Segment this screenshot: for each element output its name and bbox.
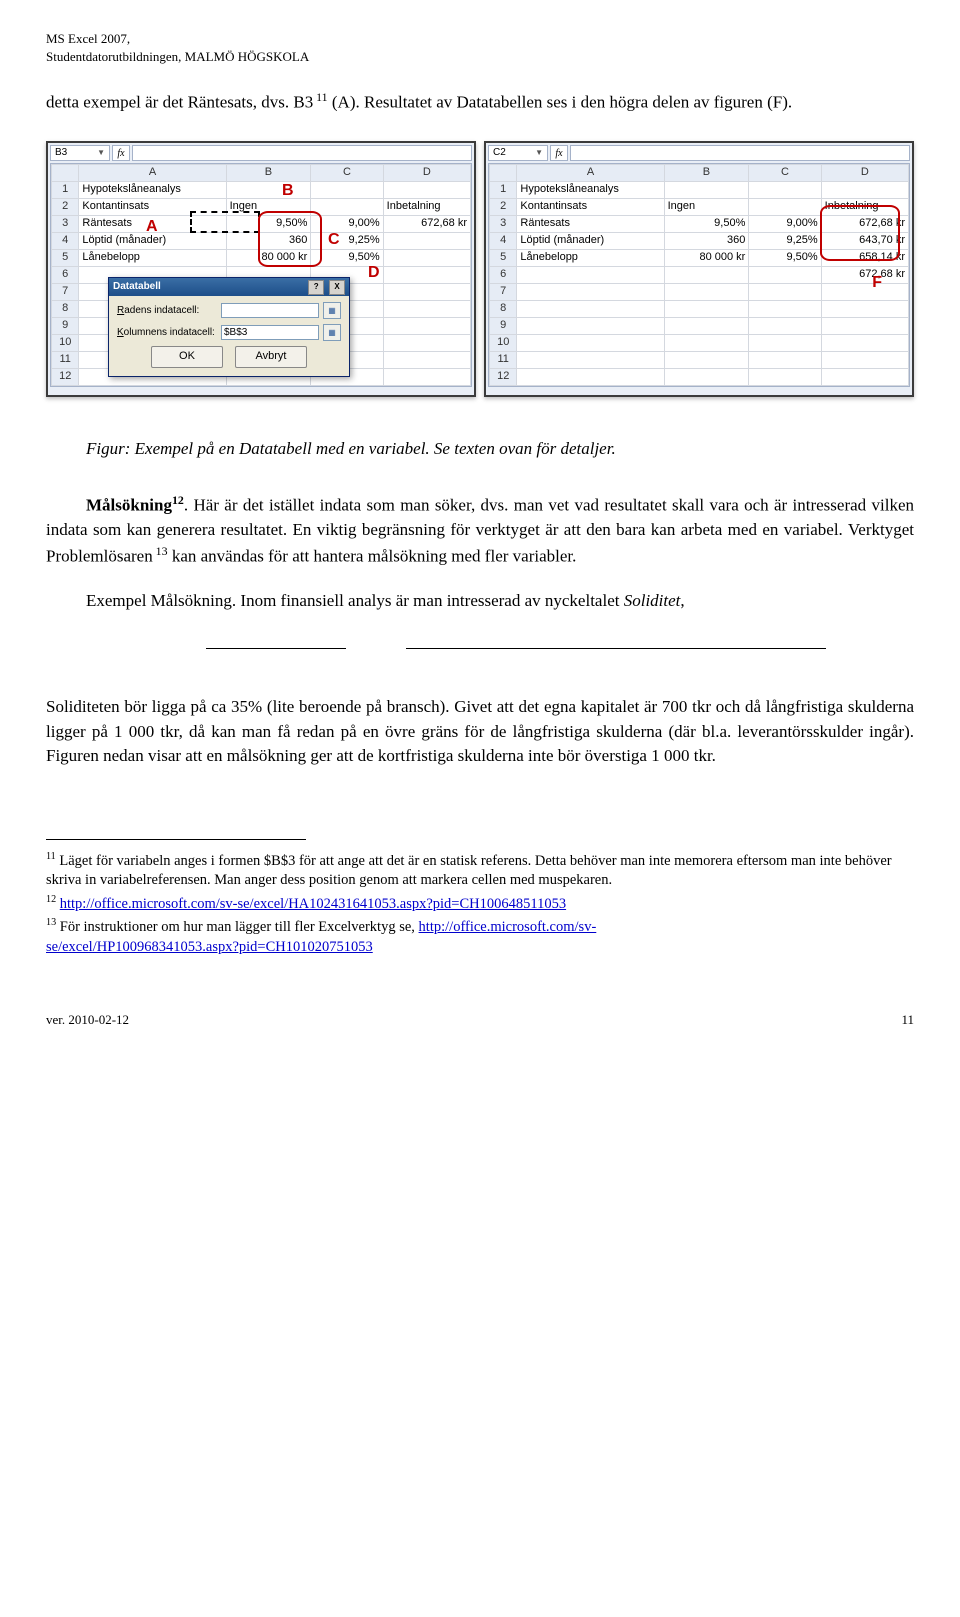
intro-paragraph: detta exempel är det Räntesats, dvs. B3 … <box>46 89 914 115</box>
grid-right[interactable]: A B C D 1Hypotekslåneanalys 2Kontantinsa… <box>489 164 909 385</box>
body-paragraph-soliditet: Soliditeten bör ligga på ca 35% (lite be… <box>46 695 914 769</box>
dropdown-icon: ▼ <box>97 145 105 161</box>
col-header[interactable]: C <box>749 165 821 182</box>
formula-bar-right: C2 ▼ fx <box>488 145 910 161</box>
footnote-13: 13 För instruktioner om hur man lägger t… <box>46 916 914 957</box>
col-input[interactable]: $B$3 <box>221 325 319 340</box>
body-paragraph-example: Exempel Målsökning. Inom finansiell anal… <box>46 589 914 614</box>
dialog-close-button[interactable]: X <box>329 280 345 295</box>
footnotes: 11 Läget för variabeln anges i formen $B… <box>46 850 914 957</box>
blank-formula-lines <box>206 634 914 649</box>
figure-caption: Figur: Exempel på en Datatabell med en v… <box>86 437 914 462</box>
doc-header-line1: MS Excel 2007, <box>46 30 914 48</box>
formula-bar-left: B3 ▼ fx <box>50 145 472 161</box>
doc-header: MS Excel 2007, Studentdatorutbildningen,… <box>46 30 914 65</box>
dialog-body: Radens indatacell: ▦ Kolumnens indatacel… <box>109 296 349 376</box>
intro-text-b: (A). Resultatet av Datatabellen ses i de… <box>328 93 793 112</box>
footnote-11: 11 Läget för variabeln anges i formen $B… <box>46 850 914 891</box>
dialog-help-button[interactable]: ? <box>308 280 324 295</box>
row-input[interactable] <box>221 303 319 318</box>
name-box-value: B3 <box>55 145 67 161</box>
col-header[interactable]: A <box>79 165 226 182</box>
blank-short <box>206 634 346 649</box>
doc-header-line2: Studentdatorutbildningen, MALMÖ HÖGSKOLA <box>46 48 914 66</box>
col-input-label: Kolumnens indatacell: <box>117 326 217 341</box>
footnote-12-link[interactable]: http://office.microsoft.com/sv-se/excel/… <box>60 896 566 912</box>
dialog-titlebar[interactable]: Datatabell ? X <box>109 278 349 296</box>
excel-panel-left: B3 ▼ fx A B C D 1Hypotekslåneanalys 2Kon… <box>46 141 476 397</box>
ok-button[interactable]: OK <box>151 346 223 368</box>
fx-icon[interactable]: fx <box>550 145 568 161</box>
col-header[interactable]: C <box>311 165 383 182</box>
col-header[interactable]: B <box>226 165 311 182</box>
dropdown-icon: ▼ <box>535 145 543 161</box>
name-box-right[interactable]: C2 ▼ <box>488 145 548 161</box>
blank-long <box>406 634 826 649</box>
dialog-title: Datatabell <box>113 280 161 295</box>
footnote-separator <box>46 839 306 840</box>
body-text: kan användas för att hantera målsökning … <box>168 547 577 566</box>
name-box-value: C2 <box>493 145 506 161</box>
datatable-dialog: Datatabell ? X Radens indatacell: ▦ Kolu… <box>108 277 350 377</box>
col-header[interactable]: B <box>664 165 749 182</box>
collapse-icon[interactable]: ▦ <box>323 324 341 341</box>
footnote-ref-11: 11 <box>313 90 327 104</box>
excel-panel-right: C2 ▼ fx A B C D 1Hypotekslåneanalys 2Kon… <box>484 141 914 397</box>
col-header[interactable]: A <box>517 165 664 182</box>
fx-icon[interactable]: fx <box>112 145 130 161</box>
worksheet-right: A B C D 1Hypotekslåneanalys 2Kontantinsa… <box>488 163 910 386</box>
formula-input-right[interactable] <box>570 145 910 161</box>
row-input-label: Radens indatacell: <box>117 304 217 319</box>
figure-datatable: B3 ▼ fx A B C D 1Hypotekslåneanalys 2Kon… <box>46 141 914 397</box>
col-header[interactable]: D <box>383 165 470 182</box>
formula-input-left[interactable] <box>132 145 472 161</box>
name-box-left[interactable]: B3 ▼ <box>50 145 110 161</box>
version-text: ver. 2010-02-12 <box>46 1011 129 1030</box>
intro-text-a: detta exempel är det Räntesats, dvs. B3 <box>46 93 313 112</box>
footnote-13-link-a[interactable]: http://office.microsoft.com/sv- <box>419 919 597 935</box>
keyword-soliditet: Soliditet <box>624 591 681 610</box>
collapse-icon[interactable]: ▦ <box>323 302 341 319</box>
footnote-ref-13: 13 <box>153 544 168 558</box>
heading-goalseek: Målsökning <box>86 496 172 515</box>
page-number: 11 <box>901 1011 914 1030</box>
footnote-ref-12: 12 <box>172 493 184 507</box>
cancel-button[interactable]: Avbryt <box>235 346 307 368</box>
col-header[interactable]: D <box>821 165 908 182</box>
body-text: . Inom finansiell analys är man intresse… <box>232 591 624 610</box>
page-footer: ver. 2010-02-12 11 <box>46 1011 914 1030</box>
footnote-12: 12 http://office.microsoft.com/sv-se/exc… <box>46 893 914 914</box>
example-label: Exempel Målsökning <box>86 591 232 610</box>
body-paragraph-goalseek: Målsökning12. Här är det istället indata… <box>46 492 914 569</box>
footnote-13-link-b[interactable]: se/excel/HP100968341053.aspx?pid=CH10102… <box>46 939 373 955</box>
